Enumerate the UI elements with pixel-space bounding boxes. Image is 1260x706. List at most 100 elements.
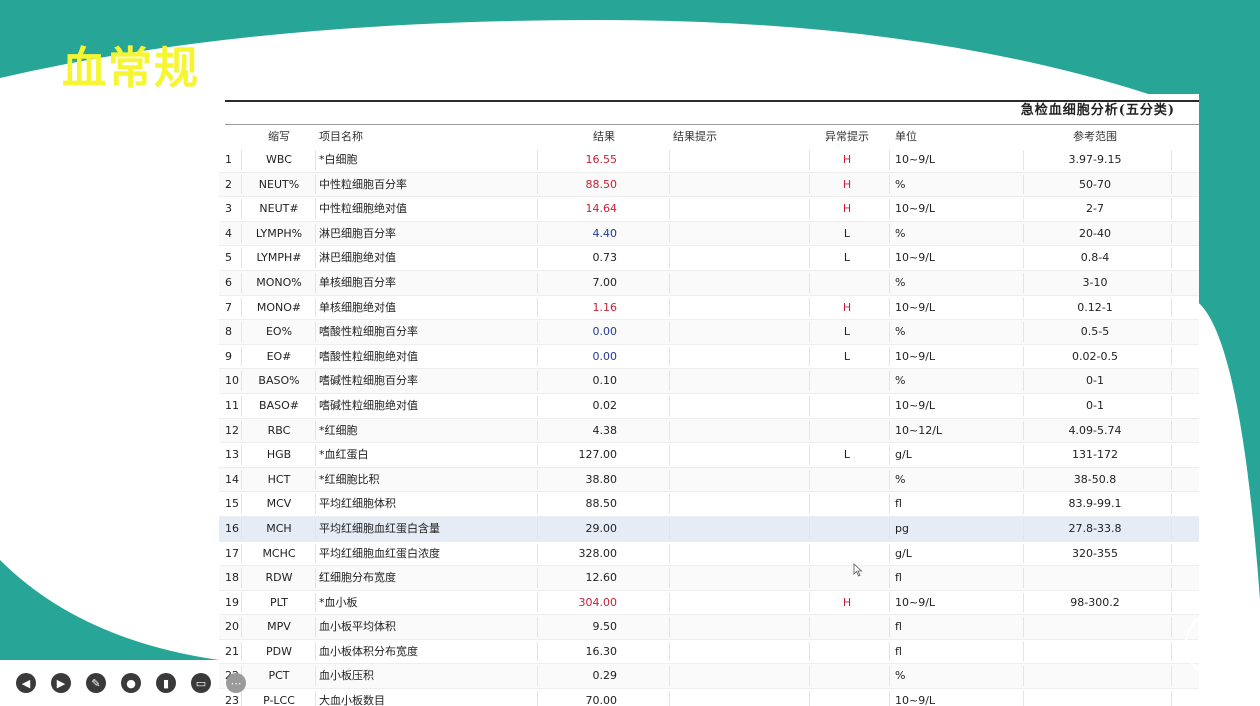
row-unit: g/L bbox=[895, 448, 912, 462]
column-separator bbox=[1023, 223, 1024, 244]
row-unit: 10~9/L bbox=[895, 694, 936, 706]
column-separator bbox=[1171, 518, 1172, 539]
column-separator bbox=[315, 174, 316, 195]
previous-button[interactable]: ◀ bbox=[14, 671, 38, 695]
column-separator bbox=[669, 641, 670, 662]
table-row[interactable]: 17 MCHC 平均红细胞血红蛋白浓度 328.00 g/L 320-355 bbox=[219, 542, 1199, 567]
column-separator bbox=[889, 223, 890, 244]
column-separator bbox=[1023, 174, 1024, 195]
table-row[interactable]: 23 P-LCC 大血小板数目 70.00 10~9/L bbox=[219, 689, 1199, 706]
column-separator bbox=[1171, 199, 1172, 219]
column-separator bbox=[315, 371, 316, 391]
table-row[interactable]: 16 MCH 平均红细胞血红蛋白含量 29.00 pg 27.8-33.8 bbox=[219, 516, 1199, 542]
column-separator bbox=[889, 420, 890, 441]
column-separator bbox=[315, 395, 316, 416]
column-separator bbox=[669, 469, 670, 490]
column-separator bbox=[1023, 445, 1024, 465]
laser-pointer-button[interactable]: ● bbox=[119, 671, 143, 695]
table-row[interactable]: 20 MPV 血小板平均体积 9.50 fl bbox=[219, 615, 1199, 640]
mouse-cursor bbox=[853, 562, 863, 581]
column-separator bbox=[809, 150, 810, 170]
column-separator bbox=[809, 371, 810, 391]
column-separator bbox=[1023, 420, 1024, 441]
column-separator bbox=[809, 469, 810, 490]
table-row[interactable]: 6 MONO% 单核细胞百分率 7.00% 3-10 bbox=[219, 270, 1199, 296]
column-separator bbox=[889, 322, 890, 342]
row-result: 0.00 bbox=[592, 325, 618, 339]
table-row[interactable]: 7 MONO# 单核细胞绝对值 1.16 H 10~9/L 0.12-1 bbox=[219, 296, 1199, 321]
row-reference-range: 0.12-1 bbox=[1077, 300, 1113, 314]
row-abbr: HGB bbox=[266, 448, 292, 462]
row-result: 0.02 bbox=[592, 398, 618, 412]
column-separator bbox=[669, 543, 670, 564]
header-result[interactable]: 结果 bbox=[537, 126, 615, 148]
row-number: 9 bbox=[225, 349, 232, 363]
table-row[interactable]: 12 RBC *红细胞 4.38 10~12/L 4.09-5.74 bbox=[219, 418, 1199, 444]
more-button[interactable]: ⋯ bbox=[224, 671, 248, 695]
row-abbr: EO# bbox=[266, 349, 292, 363]
table-row[interactable]: 19 PLT *血小板 304.00 H 10~9/L 98-300.2 bbox=[219, 591, 1199, 616]
row-abbr: BASO# bbox=[259, 398, 299, 412]
table-row[interactable]: 11 BASO# 嗜碱性粒细胞绝对值 0.02 10~9/L 0-1 bbox=[219, 394, 1199, 419]
table-row[interactable]: 10 BASO% 嗜碱性粒细胞百分率 0.10% 0-1 bbox=[219, 369, 1199, 394]
row-reference-range: 4.09-5.74 bbox=[1068, 423, 1122, 437]
row-abbr: NEUT# bbox=[259, 202, 299, 216]
header-result-hint[interactable]: 结果提示 bbox=[673, 126, 773, 148]
row-abbr: P-LCC bbox=[263, 694, 295, 706]
laser-pointer-icon-glyph: ● bbox=[126, 677, 136, 690]
row-item-name: 平均红细胞体积 bbox=[319, 497, 396, 511]
column-separator bbox=[669, 445, 670, 465]
row-unit: g/L bbox=[895, 546, 912, 560]
column-separator bbox=[669, 174, 670, 195]
table-row[interactable]: 9 EO# 嗜酸性粒细胞绝对值 0.00 L 10~9/L 0.02-0.5 bbox=[219, 345, 1199, 370]
row-unit: 10~9/L bbox=[895, 202, 936, 216]
table-row[interactable]: 4 LYMPH% 淋巴细胞百分率 4.40 L% 20-40 bbox=[219, 221, 1199, 247]
row-result: 7.00 bbox=[592, 275, 618, 289]
previous-icon-glyph: ◀ bbox=[22, 677, 31, 690]
row-number: 14 bbox=[225, 472, 239, 486]
table-row[interactable]: 15 MCV 平均红细胞体积 88.50 fl 83.9-99.1 bbox=[219, 492, 1199, 517]
column-separator bbox=[669, 346, 670, 367]
row-abbr: MCH bbox=[266, 521, 292, 535]
row-result: 88.50 bbox=[585, 177, 618, 191]
table-row[interactable]: 2 NEUT% 中性粒细胞百分率 88.50 H% 50-70 bbox=[219, 172, 1199, 198]
column-separator bbox=[809, 223, 810, 244]
row-number: 13 bbox=[225, 448, 239, 462]
next-button[interactable]: ▶ bbox=[49, 671, 73, 695]
header-reference-range[interactable]: 参考范围 bbox=[1035, 126, 1155, 148]
header-unit[interactable]: 单位 bbox=[895, 126, 1015, 148]
pen-icon: ✎ bbox=[86, 673, 106, 693]
table-row[interactable]: 18 RDW 红细胞分布宽度 12.60 fl bbox=[219, 566, 1199, 591]
table-row[interactable]: 22PCT血小板压积0.29% bbox=[219, 664, 1199, 690]
table-row[interactable]: 3 NEUT# 中性粒细胞绝对值 14.64 H 10~9/L 2-7 bbox=[219, 197, 1199, 222]
header-abbr[interactable]: 缩写 bbox=[245, 126, 313, 148]
row-item-name: 红细胞分布宽度 bbox=[319, 571, 396, 585]
column-separator bbox=[1023, 568, 1024, 588]
row-item-name: 血小板体积分布宽度 bbox=[319, 644, 418, 658]
column-separator bbox=[669, 199, 670, 219]
column-separator bbox=[809, 248, 810, 268]
table-row[interactable]: 8 EO% 嗜酸性粒细胞百分率 0.00 L% 0.5-5 bbox=[219, 320, 1199, 345]
table-row[interactable]: 5 LYMPH# 淋巴细胞绝对值 0.73 L 10~9/L 0.8-4 bbox=[219, 246, 1199, 271]
header-item-name[interactable]: 项目名称 bbox=[319, 126, 539, 148]
row-reference-range: 38-50.8 bbox=[1073, 472, 1117, 486]
table-row[interactable]: 21 PDW 血小板体积分布宽度 16.30 fl bbox=[219, 640, 1199, 665]
table-row[interactable]: 13 HGB *血红蛋白 127.00 Lg/L 131-172 bbox=[219, 443, 1199, 468]
row-abbr: MONO% bbox=[256, 275, 302, 289]
column-separator bbox=[809, 420, 810, 441]
row-item-name: 淋巴细胞百分率 bbox=[319, 226, 396, 240]
column-separator bbox=[669, 395, 670, 416]
header-abnormal-flag[interactable]: 异常提示 bbox=[817, 126, 877, 148]
table-row[interactable]: 1 WBC *白细胞 16.55 H 10~9/L 3.97-9.15 bbox=[219, 148, 1199, 173]
row-abnormal-flag: H bbox=[842, 153, 852, 166]
row-unit: 10~9/L bbox=[895, 398, 936, 412]
row-abbr: PLT bbox=[270, 595, 288, 609]
subtitles-button[interactable]: ▭ bbox=[189, 671, 213, 695]
pen-button[interactable]: ✎ bbox=[84, 671, 108, 695]
column-separator bbox=[669, 592, 670, 613]
table-row[interactable]: 14 HCT *红细胞比积 38.80% 38-50.8 bbox=[219, 467, 1199, 493]
row-unit: % bbox=[895, 177, 906, 191]
video-button[interactable]: ▮ bbox=[154, 671, 178, 695]
row-abnormal-flag: H bbox=[842, 177, 852, 191]
row-result: 88.50 bbox=[585, 497, 618, 511]
